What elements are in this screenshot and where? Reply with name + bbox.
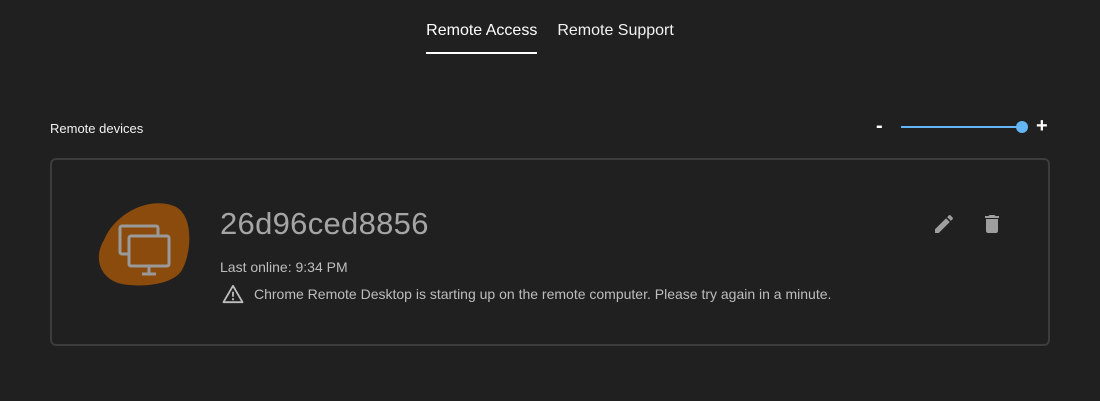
tab-bar: Remote Access Remote Support bbox=[0, 0, 1100, 56]
device-card[interactable]: 26d96ced8856 Last online: 9:34 PM Chrome… bbox=[50, 158, 1050, 346]
section-title: Remote devices bbox=[50, 121, 144, 136]
zoom-slider[interactable] bbox=[901, 121, 1028, 133]
last-online-text: Last online: 9:34 PM bbox=[220, 259, 348, 275]
tab-remote-support[interactable]: Remote Support bbox=[547, 0, 684, 39]
warning-text: Chrome Remote Desktop is starting up on … bbox=[254, 286, 832, 302]
pencil-icon[interactable] bbox=[932, 212, 956, 236]
trash-icon[interactable] bbox=[980, 212, 1004, 236]
device-name: 26d96ced8856 bbox=[220, 206, 429, 241]
warning-icon bbox=[222, 284, 244, 304]
tab-remote-access[interactable]: Remote Access bbox=[416, 0, 547, 54]
zoom-in-button[interactable]: + bbox=[1036, 116, 1048, 136]
remote-devices-header: Remote devices - + bbox=[50, 116, 1050, 138]
warning-message: Chrome Remote Desktop is starting up on … bbox=[222, 284, 831, 304]
multiple-monitors-icon bbox=[98, 203, 190, 286]
zoom-out-button[interactable]: - bbox=[876, 116, 883, 136]
zoom-slider-thumb[interactable] bbox=[1016, 121, 1028, 133]
device-avatar bbox=[92, 200, 192, 288]
